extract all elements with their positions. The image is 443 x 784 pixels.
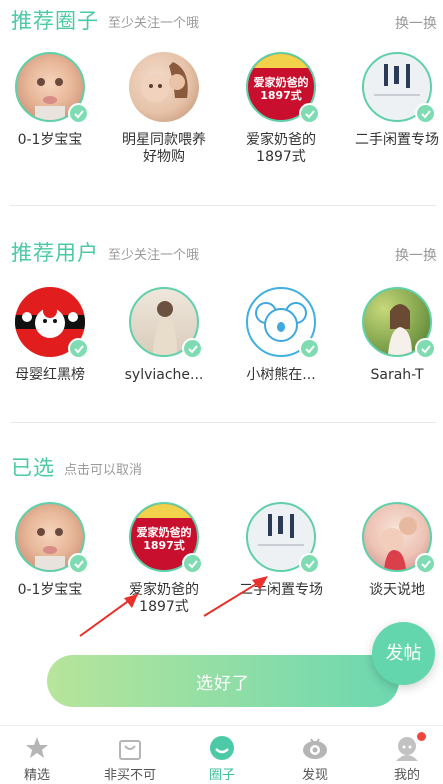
bottom-tab-bar: 精选 非买不可 圈子 发现 我的 (0, 725, 443, 784)
badge-text: 爱家奶爸的 1897式 (136, 526, 192, 552)
section-hint: 至少关注一个哦 (108, 248, 200, 263)
tab-circles[interactable]: 圈子 (178, 726, 266, 784)
divider (10, 205, 436, 206)
notification-dot (417, 732, 426, 741)
item-label: 0-1岁宝宝 (17, 132, 83, 148)
checked-icon (68, 338, 89, 359)
item-label: 谈天说地 (369, 582, 425, 598)
user-item[interactable]: Sarah-T (347, 287, 443, 384)
item-label: 爱家奶爸的1897式 (246, 132, 316, 165)
section-title: 已选 (11, 456, 55, 480)
section-header-circles: 推荐圈子 至少关注一个哦 换一换 (11, 5, 441, 39)
item-label: sylviache... (124, 367, 204, 383)
section-header-selected: 已选 点击可以取消 (11, 452, 441, 486)
star-icon (24, 735, 50, 761)
section-title: 推荐圈子 (11, 9, 99, 33)
tab-label: 圈子 (208, 768, 235, 783)
tab-label: 我的 (393, 768, 420, 783)
circle-item[interactable]: 爱家奶爸的 1897式 爱家奶爸的1897式 (231, 52, 331, 166)
section-hint: 点击可以取消 (64, 463, 143, 478)
item-label: Sarah-T (370, 367, 424, 383)
refresh-button[interactable]: 换一换 (395, 245, 437, 265)
mother-baby-avatar (129, 52, 199, 122)
checked-icon (415, 338, 436, 359)
user-item[interactable]: sylviache... (114, 287, 214, 384)
section-title: 推荐用户 (11, 241, 99, 265)
user-list: 母婴红黑榜 sylviache... 小树熊在... Sarah-T (0, 287, 443, 407)
refresh-button[interactable]: 换一换 (395, 13, 437, 33)
checked-icon (68, 553, 89, 574)
section-header-users: 推荐用户 至少关注一个哦 换一换 (11, 237, 441, 271)
checked-icon (415, 103, 436, 124)
eye-icon (302, 735, 328, 761)
annotation-arrow (79, 593, 139, 637)
tab-must-buy[interactable]: 非买不可 (86, 726, 174, 784)
tab-discover[interactable]: 发现 (271, 726, 359, 784)
checked-icon (299, 553, 320, 574)
divider (10, 422, 436, 423)
checked-icon (299, 103, 320, 124)
smile-icon (209, 735, 235, 761)
item-label: 二手闲置专场 (355, 132, 439, 148)
badge-text: 爱家奶爸的 1897式 (253, 76, 309, 102)
confirm-selection-button[interactable]: 选好了 (47, 655, 399, 707)
circle-item[interactable]: 0-1岁宝宝 (0, 52, 100, 149)
checked-icon (68, 103, 89, 124)
post-button[interactable]: 发帖 (372, 622, 435, 685)
circle-item[interactable]: 明星同款喂养好物购 (114, 52, 214, 166)
checked-icon (299, 338, 320, 359)
item-label: 母婴红黑榜 (15, 367, 85, 383)
user-item[interactable]: 母婴红黑榜 (0, 287, 100, 384)
tab-featured[interactable]: 精选 (0, 726, 81, 784)
tab-label: 发现 (301, 768, 328, 783)
circle-list: 0-1岁宝宝 明星同款喂养好物购 爱家奶爸的 1897式 爱家奶爸的1897式 … (0, 52, 443, 172)
section-hint: 至少关注一个哦 (108, 16, 200, 31)
tab-label: 精选 (23, 768, 50, 783)
item-label: 明星同款喂养好物购 (122, 132, 206, 165)
item-label: 小树熊在... (246, 367, 316, 383)
tab-label: 非买不可 (103, 768, 156, 783)
tab-profile[interactable]: 我的 (363, 726, 443, 784)
circle-item[interactable]: 二手闲置专场 (347, 52, 443, 149)
checked-icon (415, 553, 436, 574)
selected-item[interactable]: 0-1岁宝宝 (0, 502, 100, 599)
user-item[interactable]: 小树熊在... (231, 287, 331, 384)
checked-icon (182, 338, 203, 359)
annotation-arrow (203, 576, 268, 617)
bag-icon (117, 735, 143, 761)
profile-icon (394, 732, 426, 761)
selected-item[interactable]: 谈天说地 (347, 502, 443, 599)
